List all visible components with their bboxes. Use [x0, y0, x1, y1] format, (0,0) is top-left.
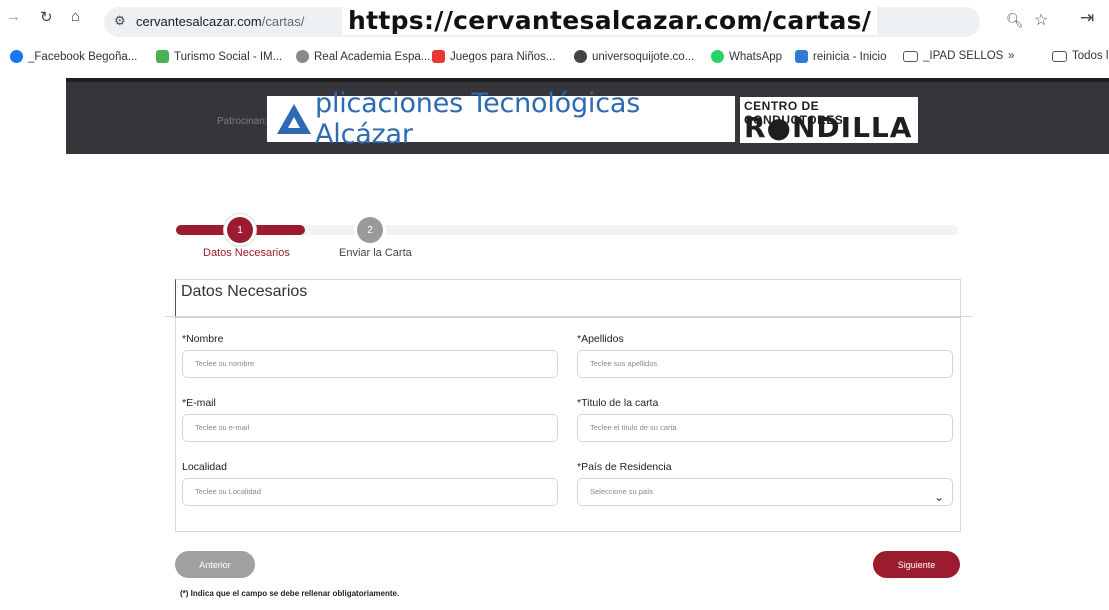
progress-fill-left: [176, 225, 226, 235]
bookmark-folder[interactable]: Todos l: [1052, 50, 1108, 62]
sponsor-logo-aplicaciones[interactable]: plicaciones Tecnológicas Alcázar: [267, 88, 735, 150]
bookmark-item[interactable]: Real Academia Espa...: [296, 50, 430, 63]
step-2-label: Enviar la Carta: [339, 247, 412, 259]
apellidos-input[interactable]: Teclee sus apellidos: [577, 350, 953, 378]
form-title: Datos Necesarios: [181, 283, 308, 300]
facebook-icon: [10, 50, 23, 63]
bookmark-item[interactable]: Turismo Social - IM...: [156, 50, 282, 63]
email-label: *E-mail: [182, 397, 216, 409]
nombre-input[interactable]: Teclee su nombre: [182, 350, 558, 378]
bookmarks-bar: _Facebook Begoña... Turismo Social - IM.…: [0, 46, 1109, 70]
folder-icon: [1052, 50, 1067, 62]
forward-icon[interactable]: →: [6, 8, 21, 25]
chevron-down-icon: ⌄: [933, 490, 944, 504]
site-settings-icon[interactable]: ⚙: [114, 13, 126, 29]
whatsapp-icon: [711, 50, 724, 63]
bookmark-item[interactable]: WhatsApp: [711, 50, 782, 63]
localidad-input[interactable]: Teclee su Localidad: [182, 478, 558, 506]
sponsor1-name: plicaciones Tecnológicas Alcázar: [315, 88, 641, 150]
sponsor-label: Patrocinan:: [217, 116, 268, 127]
bookmark-item[interactable]: _Facebook Begoña...: [10, 50, 137, 63]
bookmarks-overflow-button[interactable]: »: [1008, 50, 1014, 62]
step-1-indicator[interactable]: 1: [227, 217, 253, 243]
bookmark-star-icon[interactable]: ☆: [1034, 10, 1048, 30]
a-logo-icon: [277, 104, 311, 134]
sponsor2-name: R●NDILLA: [744, 111, 913, 144]
bookmark-site-icon: [432, 50, 445, 63]
next-button[interactable]: Siguiente: [873, 551, 960, 578]
browser-toolbar: → ↻ ⌂ ⚙ cervantesalcazar.com/cartas/ htt…: [0, 0, 1109, 46]
required-fields-note: (*) Indica que el campo se debe rellenar…: [180, 589, 400, 598]
step-1-label: Datos Necesarios: [203, 247, 290, 259]
localidad-label: Localidad: [182, 461, 227, 473]
bookmark-folder[interactable]: _IPAD SELLOS: [903, 50, 1003, 62]
pais-select-value: Seleccione su país: [590, 487, 653, 496]
bookmark-item[interactable]: Juegos para Niños...: [432, 50, 555, 63]
extensions-icon[interactable]: ⇥: [1080, 8, 1094, 28]
sponsor-logo-rondilla[interactable]: CENTRO DE CONDUCTORES R●NDILLA: [740, 97, 918, 144]
home-icon[interactable]: ⌂: [71, 8, 80, 25]
apellidos-label: *Apellidos: [577, 333, 624, 345]
overlay-url-caption: https://cervantesalcazar.com/cartas/: [342, 6, 878, 35]
titulo-label: *Titulo de la carta: [577, 397, 659, 409]
url-text[interactable]: cervantesalcazar.com/cartas/: [136, 14, 304, 29]
bookmark-site-icon: [296, 50, 309, 63]
bookmark-site-icon: [156, 50, 169, 63]
bookmark-item[interactable]: reinicia - Inicio: [795, 50, 887, 63]
bookmark-site-icon: [795, 50, 808, 63]
zoom-icon[interactable]: 🔍︎: [1006, 12, 1024, 29]
reload-icon[interactable]: ↻: [40, 8, 53, 26]
pais-select[interactable]: Seleccione su país ⌄: [577, 478, 953, 506]
step-2-indicator[interactable]: 2: [357, 217, 383, 243]
bookmark-item[interactable]: universoquijote.co...: [574, 50, 694, 63]
email-input[interactable]: Teclee su e-mail: [182, 414, 558, 442]
nombre-label: *Nombre: [182, 333, 224, 345]
titulo-input[interactable]: Teclee el titulo de su carta: [577, 414, 953, 442]
bookmark-site-icon: [574, 50, 587, 63]
progress-fill-right: [253, 225, 305, 235]
divider: [165, 316, 973, 317]
pais-label: *País de Residencia: [577, 461, 672, 473]
folder-icon: [903, 50, 918, 62]
previous-button[interactable]: Anterior: [175, 551, 255, 578]
